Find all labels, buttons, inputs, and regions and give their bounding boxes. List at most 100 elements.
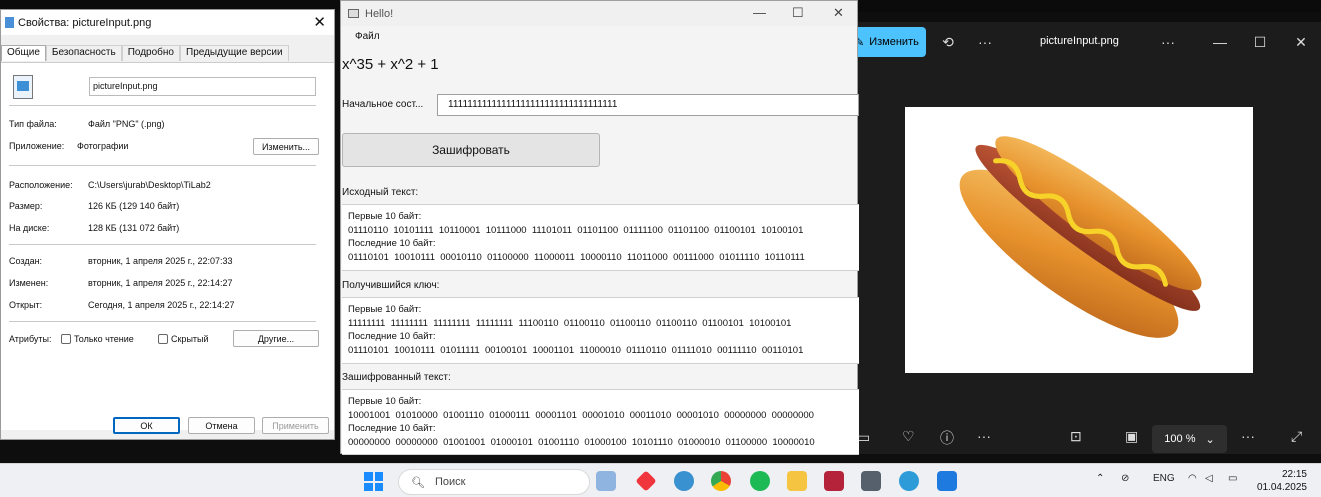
app-diamond-icon[interactable] [635,470,657,492]
clock-time: 22:15 [1281,469,1307,480]
spotify-icon[interactable] [750,471,770,491]
dialog-title: Свойства: pictureInput.png [18,16,152,29]
close-icon[interactable]: ✕ [1291,32,1311,52]
search-placeholder: Поиск [434,476,466,488]
chevron-down-icon: ⌄ [1205,433,1215,446]
key-text-area[interactable]: Первые 10 байт: 11111111 11111111 111111… [342,297,859,364]
size-row: Размер: 126 КБ (129 140 байт) [9,201,179,211]
minimize-icon[interactable]: — [1210,32,1230,52]
tab-previous-versions[interactable]: Предыдущие версии [180,45,289,61]
wifi-icon[interactable]: ◠ [1188,473,1197,484]
search-icon: 🔍︎ [411,476,425,489]
minimize-icon[interactable]: — [753,5,766,20]
properties-tabs: Общие Безопасность Подробно Предыдущие в… [1,45,289,61]
properties-dialog: Свойства: pictureInput.png ✕ Общие Безоп… [0,9,335,440]
application-label: Приложение: [9,141,65,151]
other-attributes-button[interactable]: Другие... [233,330,319,347]
file-explorer-icon[interactable] [787,471,807,491]
close-icon[interactable]: ✕ [313,13,326,31]
battery-icon[interactable]: ▭ [1228,473,1237,484]
application-value: Фотографии [77,141,129,151]
jetbrains-icon[interactable] [824,471,844,491]
more-options-icon[interactable]: ··· [1241,428,1255,444]
tab-details[interactable]: Подробно [121,45,180,61]
file-type-value: Файл "PNG" (.png) [88,119,165,129]
modified-label: Изменен: [9,278,49,288]
window-title: Hello! [365,7,394,20]
more-options-icon[interactable]: ··· [975,32,995,52]
language-indicator[interactable]: ENG [1153,473,1175,484]
readonly-checkbox[interactable] [61,334,71,344]
widgets-icon[interactable] [596,471,616,491]
change-app-button[interactable]: Изменить... [253,138,319,155]
app-icon[interactable] [861,471,881,491]
file-name-field[interactable]: pictureInput.png [89,77,316,96]
cipher-text-header: Зашифрованный текст: [342,372,451,383]
photo-file-name: pictureInput.png [1040,35,1119,47]
telegram-icon[interactable] [674,471,694,491]
photos-icon[interactable] [937,471,957,491]
separator [9,321,316,322]
hidden-checkbox[interactable] [158,334,168,344]
tab-security[interactable]: Безопасность [45,45,122,61]
menu-file[interactable]: Файл [355,31,380,42]
attributes-row: Атрибуты: Только чтение Скрытый [9,334,209,344]
actual-size-icon[interactable]: ▣ [1125,428,1138,445]
modified-row: Изменен: вторник, 1 апреля 2025 г., 22:1… [9,278,233,288]
source-text-area[interactable]: Первые 10 байт: 01110110 10101111 101100… [342,204,859,271]
source-text-header: Исходный текст: [342,187,419,198]
file-type-label: Тип файла: [9,119,57,129]
app-globe-icon[interactable] [899,471,919,491]
hello-window: Hello! — ☐ ✕ Файл x^35 + x^2 + 1 Начальн… [340,0,859,455]
separator [9,165,316,166]
hello-titlebar: Hello! — ☐ ✕ [341,1,857,26]
created-label: Создан: [9,256,43,266]
cipher-text-area[interactable]: Первые 10 байт: 10001001 01010000 010011… [342,389,859,455]
size-value: 126 КБ (129 140 байт) [88,201,180,211]
more-options-icon[interactable]: ··· [977,428,991,444]
edit-label: Изменить [869,36,919,48]
disk-size-label: На диске: [9,223,50,233]
rotate-icon[interactable]: ⟲ [938,32,958,52]
info-icon[interactable]: ⓘ [940,428,954,448]
clock-date: 01.04.2025 [1256,482,1307,493]
opened-label: Открыт: [9,300,43,310]
separator [9,244,316,245]
app-icon [348,9,359,18]
chrome-icon[interactable] [711,471,731,491]
network-icon[interactable]: ⊘ [1121,473,1129,484]
volume-icon[interactable]: ◁ [1205,473,1213,484]
maximize-icon[interactable]: ☐ [1250,32,1270,52]
search-box[interactable]: 🔍︎ Поиск [398,469,590,495]
more-options-icon[interactable]: ··· [1158,32,1178,52]
initial-state-label: Начальное сост... [342,99,424,110]
fit-screen-icon[interactable]: ⊡ [1070,428,1082,445]
application-row: Приложение: Фотографии [9,141,128,151]
disk-size-row: На диске: 128 КБ (131 072 байт) [9,223,179,233]
close-icon[interactable]: ✕ [833,5,844,21]
cancel-button[interactable]: Отмена [188,417,255,434]
attributes-label: Атрибуты: [9,334,52,344]
size-label: Размер: [9,201,43,211]
start-icon[interactable] [364,472,383,491]
heart-icon[interactable]: ♡ [902,428,915,445]
ok-button[interactable]: ОК [113,417,180,434]
photos-bottom-bar: ▭ ♡ ⓘ ··· ⊡ ▣ ··· ⤢ [845,418,1321,454]
fullscreen-icon[interactable]: ⤢ [1291,428,1302,445]
initial-state-input[interactable]: 11111111111111111111111111111111111 [437,94,859,116]
readonly-label: Только чтение [74,334,134,344]
zoom-dropdown[interactable]: 100 % ⌄ [1152,425,1227,453]
disk-size-value: 128 КБ (131 072 байт) [88,223,180,233]
photos-window: ✎ Изменить ⟲ ··· pictureInput.png ··· — … [845,22,1321,454]
chevron-up-icon[interactable]: ⌃ [1096,473,1104,484]
photos-toolbar: ✎ Изменить ⟲ ··· pictureInput.png ··· — … [845,22,1321,62]
maximize-icon[interactable]: ☐ [792,5,804,21]
created-row: Создан: вторник, 1 апреля 2025 г., 22:07… [9,256,233,266]
clock[interactable]: 22:15 01.04.2025 [1255,468,1307,494]
file-type-row: Тип файла: Файл "PNG" (.png) [9,119,165,129]
tab-general[interactable]: Общие [1,45,46,61]
created-value: вторник, 1 апреля 2025 г., 22:07:33 [88,256,233,266]
opened-value: Сегодня, 1 апреля 2025 г., 22:14:27 [88,300,235,310]
photo-image-hotdog [905,107,1253,373]
encrypt-button[interactable]: Зашифровать [342,133,600,167]
